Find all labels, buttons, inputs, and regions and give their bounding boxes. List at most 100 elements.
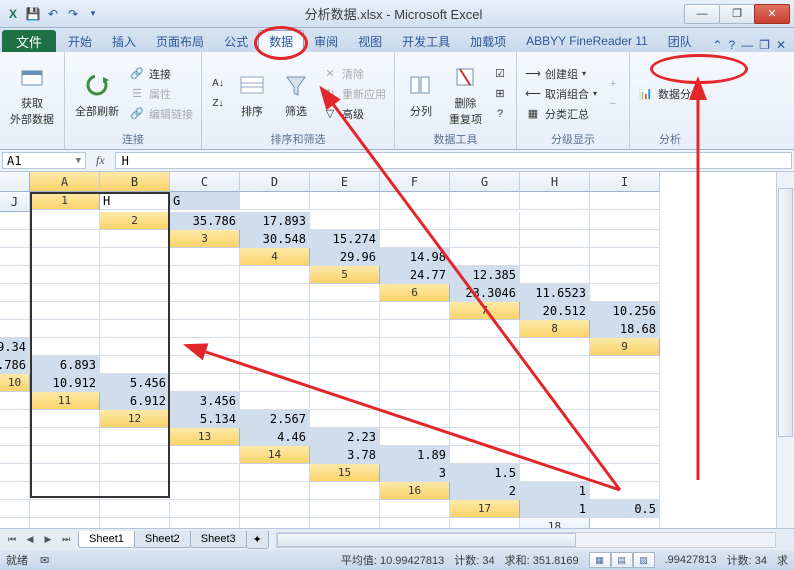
cell[interactable] — [0, 248, 30, 266]
sheet-nav-prev-icon[interactable]: ◀ — [22, 532, 38, 548]
sheet-tab-1[interactable]: Sheet1 — [78, 531, 135, 548]
cell[interactable] — [590, 410, 660, 428]
tab-developer[interactable]: 开发工具 — [392, 30, 460, 52]
cell[interactable] — [310, 192, 380, 210]
cell[interactable]: 13.786 — [0, 356, 30, 374]
cell[interactable]: 15.274 — [310, 230, 380, 248]
cell[interactable] — [380, 302, 450, 320]
row-header[interactable]: 2 — [100, 212, 170, 230]
sheet-nav-next-icon[interactable]: ▶ — [40, 532, 56, 548]
row-header[interactable]: 6 — [380, 284, 450, 302]
cell[interactable]: 14.98 — [380, 248, 450, 266]
close-button[interactable]: ✕ — [754, 4, 790, 24]
cell[interactable]: 2.567 — [240, 410, 310, 428]
data-analysis-button[interactable]: 📊数据分析 — [636, 85, 704, 103]
cell[interactable] — [380, 192, 450, 210]
tab-home[interactable]: 开始 — [58, 30, 102, 52]
row-header[interactable]: 17 — [450, 500, 520, 518]
column-header[interactable]: I — [590, 172, 660, 192]
cell[interactable] — [450, 374, 520, 392]
cell[interactable]: 3.456 — [170, 392, 240, 410]
cell[interactable] — [100, 302, 170, 320]
cell[interactable] — [30, 464, 100, 482]
cell[interactable]: 6.912 — [100, 392, 170, 410]
cell[interactable] — [0, 482, 30, 500]
cell[interactable]: 5.456 — [100, 374, 170, 392]
cell[interactable]: 0.5 — [590, 500, 660, 518]
cell[interactable] — [100, 518, 170, 528]
cell[interactable] — [310, 374, 380, 392]
cell[interactable] — [240, 518, 310, 528]
cell[interactable] — [170, 356, 240, 374]
cell[interactable] — [170, 302, 240, 320]
cell[interactable]: G — [170, 192, 240, 210]
cell[interactable] — [590, 266, 660, 284]
cell[interactable] — [590, 428, 660, 446]
get-external-data-button[interactable]: 获取 外部数据 — [6, 59, 58, 129]
doc-min-icon[interactable]: — — [741, 38, 753, 52]
cell[interactable] — [310, 500, 380, 518]
refresh-all-button[interactable]: 全部刷新 — [71, 67, 123, 121]
cell[interactable] — [520, 356, 590, 374]
cell[interactable] — [590, 248, 660, 266]
cell[interactable] — [170, 284, 240, 302]
cell[interactable] — [310, 320, 380, 338]
cell[interactable] — [310, 284, 380, 302]
tab-view[interactable]: 视图 — [348, 30, 392, 52]
cell[interactable]: 18.68 — [590, 320, 660, 338]
row-header[interactable]: 10 — [0, 374, 30, 392]
column-header[interactable]: J — [0, 192, 30, 212]
cell[interactable]: 6.893 — [30, 356, 100, 374]
data-validation-button[interactable]: ☑ — [490, 65, 510, 83]
row-header[interactable]: 9 — [590, 338, 660, 356]
cell[interactable] — [520, 446, 590, 464]
cell[interactable] — [310, 356, 380, 374]
cell[interactable] — [30, 266, 100, 284]
cell[interactable] — [0, 266, 30, 284]
cell[interactable] — [520, 192, 590, 210]
cell[interactable] — [30, 284, 100, 302]
cell[interactable] — [30, 302, 100, 320]
subtotal-button[interactable]: ▦分类汇总 — [523, 105, 599, 123]
cell[interactable] — [100, 428, 170, 446]
tab-abbyy[interactable]: ABBYY FineReader 11 — [516, 30, 658, 52]
row-header[interactable]: 16 — [380, 482, 450, 500]
formula-input[interactable]: H — [115, 152, 792, 169]
cell[interactable] — [450, 230, 520, 248]
spreadsheet-grid[interactable]: ABCDEFGHIJ1HG235.78617.893330.54815.2744… — [0, 172, 794, 528]
cell[interactable] — [240, 464, 310, 482]
row-header[interactable]: 14 — [240, 446, 310, 464]
cell[interactable] — [0, 518, 30, 528]
cell[interactable] — [450, 320, 520, 338]
cell[interactable] — [590, 230, 660, 248]
cell[interactable] — [30, 428, 100, 446]
cell[interactable] — [380, 212, 450, 230]
cell[interactable] — [100, 500, 170, 518]
minimize-button[interactable]: — — [684, 4, 720, 24]
cell[interactable] — [170, 266, 240, 284]
tab-addins[interactable]: 加载项 — [460, 30, 516, 52]
chevron-down-icon[interactable]: ▼ — [76, 156, 81, 166]
show-detail-button[interactable]: + — [603, 75, 623, 93]
cell[interactable] — [170, 464, 240, 482]
text-to-columns-button[interactable]: 分列 — [401, 67, 441, 121]
cell[interactable] — [170, 374, 240, 392]
cell[interactable]: 1.5 — [450, 464, 520, 482]
cell[interactable] — [30, 248, 100, 266]
tab-layout[interactable]: 页面布局 — [146, 30, 214, 52]
help-icon[interactable]: ? — [728, 38, 735, 52]
cell[interactable] — [450, 338, 520, 356]
cell[interactable] — [380, 518, 450, 528]
group-button[interactable]: ⟶创建组 ▾ — [523, 65, 599, 83]
whatif-button[interactable]: ? — [490, 105, 510, 123]
cell[interactable] — [310, 302, 380, 320]
consolidate-button[interactable]: ⊞ — [490, 85, 510, 103]
column-header[interactable]: F — [380, 172, 450, 192]
cell[interactable] — [590, 392, 660, 410]
cell[interactable] — [0, 212, 30, 230]
cell[interactable] — [0, 230, 30, 248]
cell[interactable]: 1 — [520, 500, 590, 518]
cell[interactable] — [590, 446, 660, 464]
cell[interactable] — [100, 320, 170, 338]
cell[interactable] — [30, 320, 100, 338]
